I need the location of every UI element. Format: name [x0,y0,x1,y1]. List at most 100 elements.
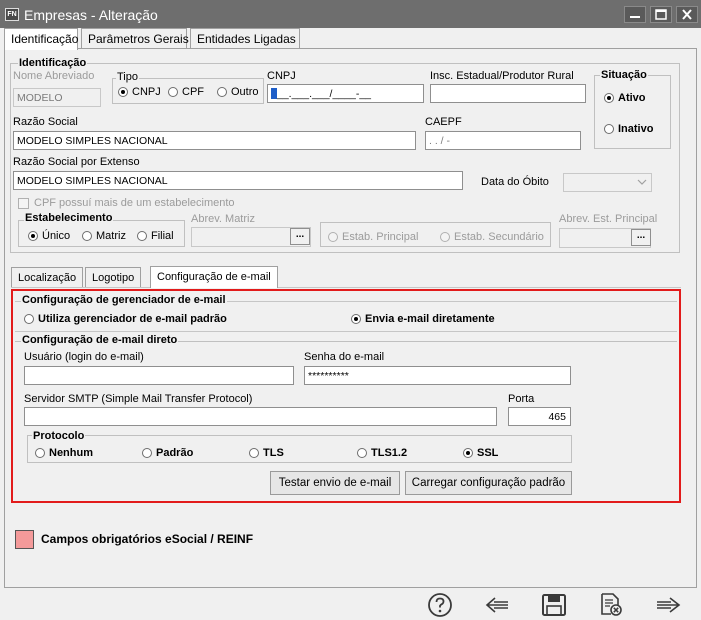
situacao-group [594,75,671,149]
usuario-label: Usuário (login do e-mail) [24,351,144,363]
razao-social-label: Razão Social [13,116,78,128]
chevron-down-icon[interactable] [637,179,647,186]
protocolo-tls12-radio[interactable]: TLS1.2 [357,447,407,459]
cnpj-label: CNPJ [267,70,296,82]
radio-dot [328,232,338,242]
radio-dot [168,87,178,97]
nome-abreviado-field[interactable]: MODELO [13,88,101,107]
smtp-label: Servidor SMTP (Simple Mail Transfer Prot… [24,393,253,405]
radio-label: Outro [231,86,259,98]
radio-label: Estab. Secundário [454,231,544,243]
abrev-matriz-label: Abrev. Matriz [191,213,255,225]
estab-filial-radio[interactable]: Filial [137,230,174,242]
radio-label: Padrão [156,447,194,459]
razao-extenso-label: Razão Social por Extenso [13,156,140,168]
porta-field[interactable]: 465 [508,407,571,426]
protocolo-nenhum-radio[interactable]: Nenhum [35,447,93,459]
radio-label: TLS [263,447,284,459]
window-title: Empresas - Alteração [24,7,158,23]
cpf-mais-checkbox[interactable] [18,198,29,209]
nome-abreviado-label: Nome Abreviado [13,70,95,82]
testar-envio-button[interactable]: Testar envio de e-mail [270,471,400,495]
identificacao-section-label: Identificação [18,57,88,69]
minimize-icon [630,16,640,18]
protocolo-ssl-radio[interactable]: SSL [463,447,498,459]
tipo-outro-radio[interactable]: Outro [217,86,259,98]
gerenciador-padrao-radio[interactable]: Utiliza gerenciador de e-mail padrão [24,313,227,325]
radio-dot [351,314,361,324]
back-arrow-icon[interactable] [484,596,510,614]
situacao-inativo-radio[interactable]: Inativo [604,123,653,135]
estab-unico-radio[interactable]: Único [28,230,70,242]
cpf-mais-label: CPF possuí mais de um estabelecimento [34,197,235,209]
radio-label: Utiliza gerenciador de e-mail padrão [38,313,227,325]
estab-matriz-radio[interactable]: Matriz [82,230,126,242]
bottom-toolbar [0,588,701,620]
protocolo-label: Protocolo [32,430,86,442]
situacao-ativo-radio[interactable]: Ativo [604,92,646,104]
estab-secundario-radio[interactable]: Estab. Secundário [440,231,544,243]
abrev-matriz-lookup-button[interactable]: ... [290,228,310,245]
tab-parametros-gerais[interactable]: Parâmetros Gerais [81,28,189,49]
radio-dot [137,231,147,241]
radio-label: Matriz [96,230,126,242]
radio-dot [142,448,152,458]
razao-social-field[interactable]: MODELO SIMPLES NACIONAL [13,131,416,150]
radio-label: Único [42,230,71,242]
abrev-est-principal-label: Abrev. Est. Principal [559,213,658,225]
caepf-field[interactable]: . . / - [425,131,581,150]
tab-identificacao[interactable]: Identificação [4,28,78,50]
radio-label: Ativo [618,92,646,104]
close-button[interactable] [676,6,698,23]
save-icon[interactable] [541,593,567,617]
envia-diretamente-radio[interactable]: Envia e-mail diretamente [351,313,495,325]
radio-label: Inativo [618,123,654,135]
subtab-localizacao[interactable]: Localização [11,267,84,287]
abrev-est-principal-lookup-button[interactable]: ... [631,229,651,246]
radio-dot [24,314,34,324]
help-icon[interactable] [427,592,453,618]
tab-entidades-ligadas[interactable]: Entidades Ligadas [190,28,300,49]
subtab-configuracao-email[interactable]: Configuração de e-mail [150,266,278,288]
protocolo-tls-radio[interactable]: TLS [249,447,284,459]
radio-dot [249,448,259,458]
cancel-document-icon[interactable] [598,592,624,618]
tipo-label: Tipo [116,71,139,83]
estabelecimento-label: Estabelecimento [24,212,114,224]
insc-estadual-label: Insc. Estadual/Produtor Rural [430,70,574,82]
insc-estadual-field[interactable] [430,84,586,103]
usuario-field[interactable] [24,366,294,385]
razao-extenso-field[interactable]: MODELO SIMPLES NACIONAL [13,171,463,190]
situacao-label: Situação [600,69,648,81]
cnpj-field[interactable]: __.___.___/____-__ [267,84,424,103]
gerenciador-bottom-line [15,331,677,332]
radio-dot [28,231,38,241]
smtp-field[interactable] [24,407,497,426]
required-fields-swatch [15,530,34,549]
radio-label: CPF [182,86,204,98]
maximize-button[interactable] [650,6,672,23]
required-fields-legend: Campos obrigatórios eSocial / REINF [41,532,254,546]
cnpj-mask: __.___.___/____-__ [277,88,372,100]
radio-label: Nenhum [49,447,93,459]
radio-label: Filial [151,230,174,242]
senha-field[interactable]: ********** [304,366,571,385]
radio-label: Estab. Principal [342,231,419,243]
protocolo-padrao-radio[interactable]: Padrão [142,447,193,459]
tipo-cnpj-radio[interactable]: CNPJ [118,86,161,98]
app-logo: FN [5,8,19,21]
porta-label: Porta [508,393,535,405]
senha-label: Senha do e-mail [304,351,385,363]
caepf-label: CAEPF [425,116,462,128]
tipo-cpf-radio[interactable]: CPF [168,86,204,98]
subtab-logotipo[interactable]: Logotipo [85,267,142,287]
estab-principal-radio[interactable]: Estab. Principal [328,231,418,243]
close-icon [682,9,692,20]
radio-dot [463,448,473,458]
radio-dot [82,231,92,241]
minimize-button[interactable] [624,6,646,23]
radio-dot [35,448,45,458]
forward-arrow-icon[interactable] [654,596,682,614]
carregar-configuracao-button[interactable]: Carregar configuração padrão [405,471,572,495]
email-direto-section-label: Configuração de e-mail direto [21,334,179,346]
